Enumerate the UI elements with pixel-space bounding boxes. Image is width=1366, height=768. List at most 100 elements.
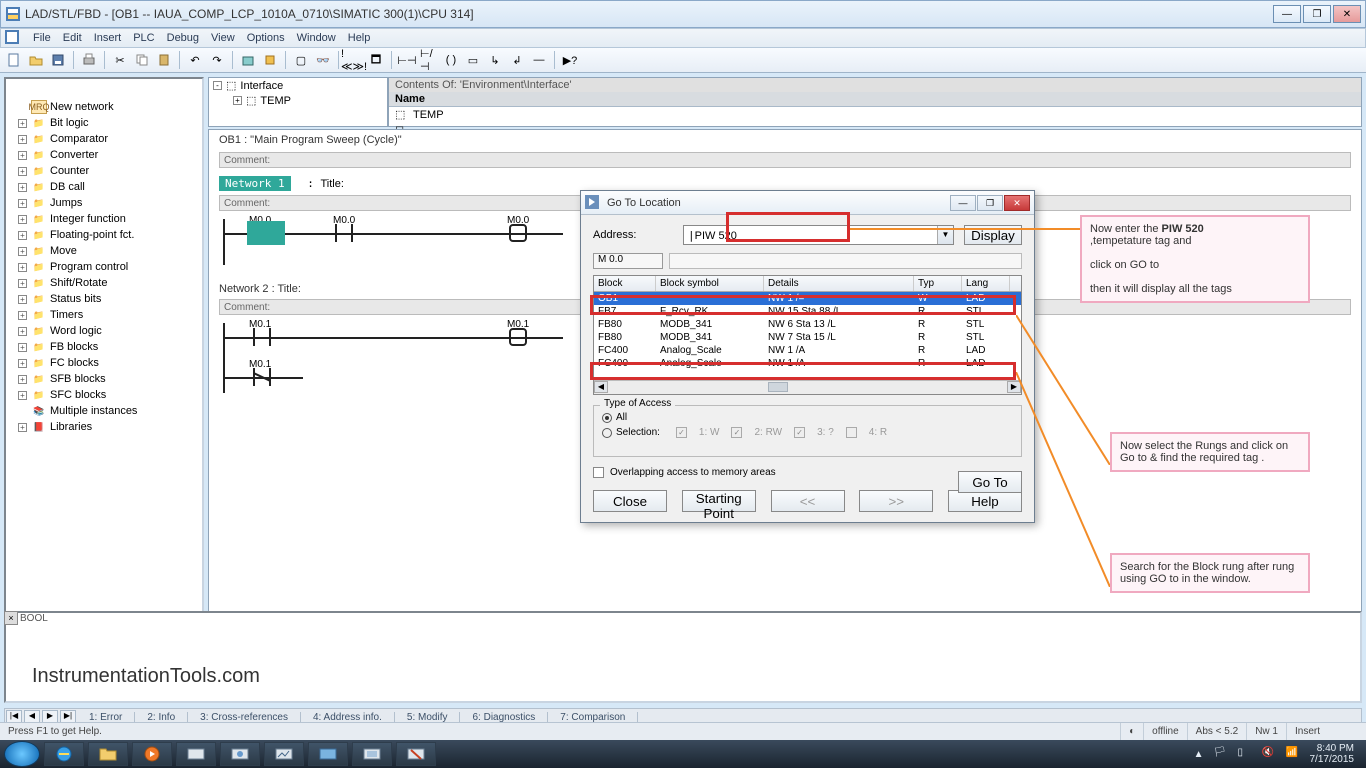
no-contact[interactable] <box>335 224 353 242</box>
close-button[interactable]: ✕ <box>1333 5 1361 23</box>
taskbar-app4-icon[interactable] <box>308 742 348 766</box>
tree-multiple-instances[interactable]: 📚Multiple instances <box>8 403 200 419</box>
dialog-close-button[interactable]: ✕ <box>1004 195 1030 211</box>
close-button[interactable]: Close <box>593 490 667 512</box>
tree-move[interactable]: +📁Move <box>8 243 200 259</box>
tree-sfc-blocks[interactable]: +📁SFC blocks <box>8 387 200 403</box>
table-row[interactable]: FB80MODB_341NW 6 Sta 13 /LRSTL <box>594 318 1021 331</box>
save-icon[interactable] <box>48 50 68 70</box>
col-symbol[interactable]: Block symbol <box>656 276 764 291</box>
taskbar-app6-icon[interactable] <box>396 742 436 766</box>
table-row[interactable]: FB7F_Rcv_RKNW 15 Sta 88 /LRSTL <box>594 305 1021 318</box>
new-icon[interactable] <box>4 50 24 70</box>
overlap-checkbox[interactable] <box>593 467 604 478</box>
tree-comparator[interactable]: +📁Comparator <box>8 131 200 147</box>
tree-converter[interactable]: +📁Converter <box>8 147 200 163</box>
block-icon[interactable]: ▢ <box>291 50 311 70</box>
compare-box[interactable] <box>247 221 285 245</box>
open-icon[interactable] <box>26 50 46 70</box>
tree-counter[interactable]: +📁Counter <box>8 163 200 179</box>
menu-view[interactable]: View <box>211 32 235 44</box>
redo-icon[interactable]: ↷ <box>207 50 227 70</box>
taskbar-media-icon[interactable] <box>132 742 172 766</box>
tree-status-bits[interactable]: +📁Status bits <box>8 291 200 307</box>
tree-word-logic[interactable]: +📁Word logic <box>8 323 200 339</box>
tree-floating-point[interactable]: +📁Floating-point fct. <box>8 227 200 243</box>
menu-plc[interactable]: PLC <box>133 32 154 44</box>
branch-open-icon[interactable]: ↳ <box>485 50 505 70</box>
paste-icon[interactable] <box>154 50 174 70</box>
help-icon[interactable]: ▶? <box>560 50 580 70</box>
menu-insert[interactable]: Insert <box>94 32 122 44</box>
col-lang[interactable]: Lang <box>962 276 1010 291</box>
tree-new-network[interactable]: MRQNew network <box>8 99 200 115</box>
col-details[interactable]: Details <box>764 276 914 291</box>
nc-contact[interactable] <box>253 368 271 386</box>
results-table[interactable]: Block Block symbol Details Typ Lang OB1N… <box>593 275 1022 395</box>
tree-libraries[interactable]: +📕Libraries <box>8 419 200 435</box>
radio-selection[interactable]: Selection: ✓1: W ✓2: RW ✓3: ? 4: R <box>602 427 1013 438</box>
table-row[interactable]: FB80MODB_341NW 7 Sta 15 /LRSTL <box>594 331 1021 344</box>
tree-integer-function[interactable]: +📁Integer function <box>8 211 200 227</box>
tree-timers[interactable]: +📁Timers <box>8 307 200 323</box>
menu-help[interactable]: Help <box>348 32 371 44</box>
interface-tree[interactable]: -⬚Interface +⬚TEMP <box>208 77 388 127</box>
starting-point-button[interactable]: Starting Point <box>682 490 756 512</box>
tab-info[interactable]: 2: Info <box>135 712 188 723</box>
coil-icon[interactable]: ( ) <box>441 50 461 70</box>
connect-icon[interactable]: — <box>529 50 549 70</box>
minimize-button[interactable]: — <box>1273 5 1301 23</box>
monitor-icon[interactable]: 👓 <box>313 50 333 70</box>
output-window[interactable]: × BOOL <box>4 611 1362 703</box>
table-row[interactable]: FC400Analog_ScaleNW 1 /ARLAD <box>594 357 1021 370</box>
tree-bit-logic[interactable]: +📁Bit logic <box>8 115 200 131</box>
contact-nc-icon[interactable]: ⊢/⊣ <box>419 50 439 70</box>
menu-debug[interactable]: Debug <box>167 32 199 44</box>
tab-modify[interactable]: 5: Modify <box>395 712 461 723</box>
element-tree[interactable]: MRQNew network +📁Bit logic +📁Comparator … <box>6 79 202 662</box>
combo-arrow-icon[interactable]: ▼ <box>937 226 953 244</box>
menu-file[interactable]: File <box>33 32 51 44</box>
menu-window[interactable]: Window <box>297 32 336 44</box>
tab-cross-references[interactable]: 3: Cross-references <box>188 712 301 723</box>
network1-label[interactable]: Network 1 <box>219 176 291 191</box>
find-icon[interactable]: 🗖 <box>366 50 386 70</box>
tree-program-control[interactable]: +📁Program control <box>8 259 200 275</box>
dialog-maximize-button[interactable]: ❐ <box>977 195 1003 211</box>
copy-icon[interactable] <box>132 50 152 70</box>
tray-sound-icon[interactable]: 🔇 <box>1262 747 1276 761</box>
next-button[interactable]: >> <box>859 490 933 512</box>
tree-db-call[interactable]: +📁DB call <box>8 179 200 195</box>
address-input[interactable]: |PIW 520 ▼ <box>683 225 954 245</box>
tab-address-info[interactable]: 4: Address info. <box>301 712 395 723</box>
online-icon[interactable] <box>260 50 280 70</box>
radio-all[interactable]: All <box>602 412 1013 423</box>
tree-sfb-blocks[interactable]: +📁SFB blocks <box>8 371 200 387</box>
start-button[interactable] <box>4 741 40 767</box>
network2-label[interactable]: Network 2 : <box>219 283 275 295</box>
taskbar-app2-icon[interactable] <box>220 742 260 766</box>
col-type[interactable]: Typ <box>914 276 962 291</box>
tray-up-icon[interactable]: ▲ <box>1194 749 1204 760</box>
maximize-button[interactable]: ❐ <box>1303 5 1331 23</box>
menu-options[interactable]: Options <box>247 32 285 44</box>
tray-flag-icon[interactable]: 🏳 <box>1214 747 1228 761</box>
taskbar-ie-icon[interactable] <box>44 742 84 766</box>
contents-row-temp[interactable]: ⬚TEMP <box>389 107 1361 122</box>
taskbar-app3-icon[interactable] <box>264 742 304 766</box>
tree-jumps[interactable]: +📁Jumps <box>8 195 200 211</box>
col-block[interactable]: Block <box>594 276 656 291</box>
taskbar-explorer-icon[interactable] <box>88 742 128 766</box>
prev-button[interactable]: << <box>771 490 845 512</box>
tab-diagnostics[interactable]: 6: Diagnostics <box>460 712 548 723</box>
table-row[interactable]: OB1NW 1 /=WLAD <box>594 292 1021 305</box>
coil[interactable] <box>509 328 527 346</box>
table-hscroll[interactable]: ◀▶ <box>594 380 1021 394</box>
box-icon[interactable]: ▭ <box>463 50 483 70</box>
tree-fc-blocks[interactable]: +📁FC blocks <box>8 355 200 371</box>
display-button[interactable]: Display <box>964 225 1022 245</box>
tray-date[interactable]: 7/17/2015 <box>1310 754 1355 765</box>
cut-icon[interactable]: ✂ <box>110 50 130 70</box>
tree-fb-blocks[interactable]: +📁FB blocks <box>8 339 200 355</box>
branch-close-icon[interactable]: ↲ <box>507 50 527 70</box>
